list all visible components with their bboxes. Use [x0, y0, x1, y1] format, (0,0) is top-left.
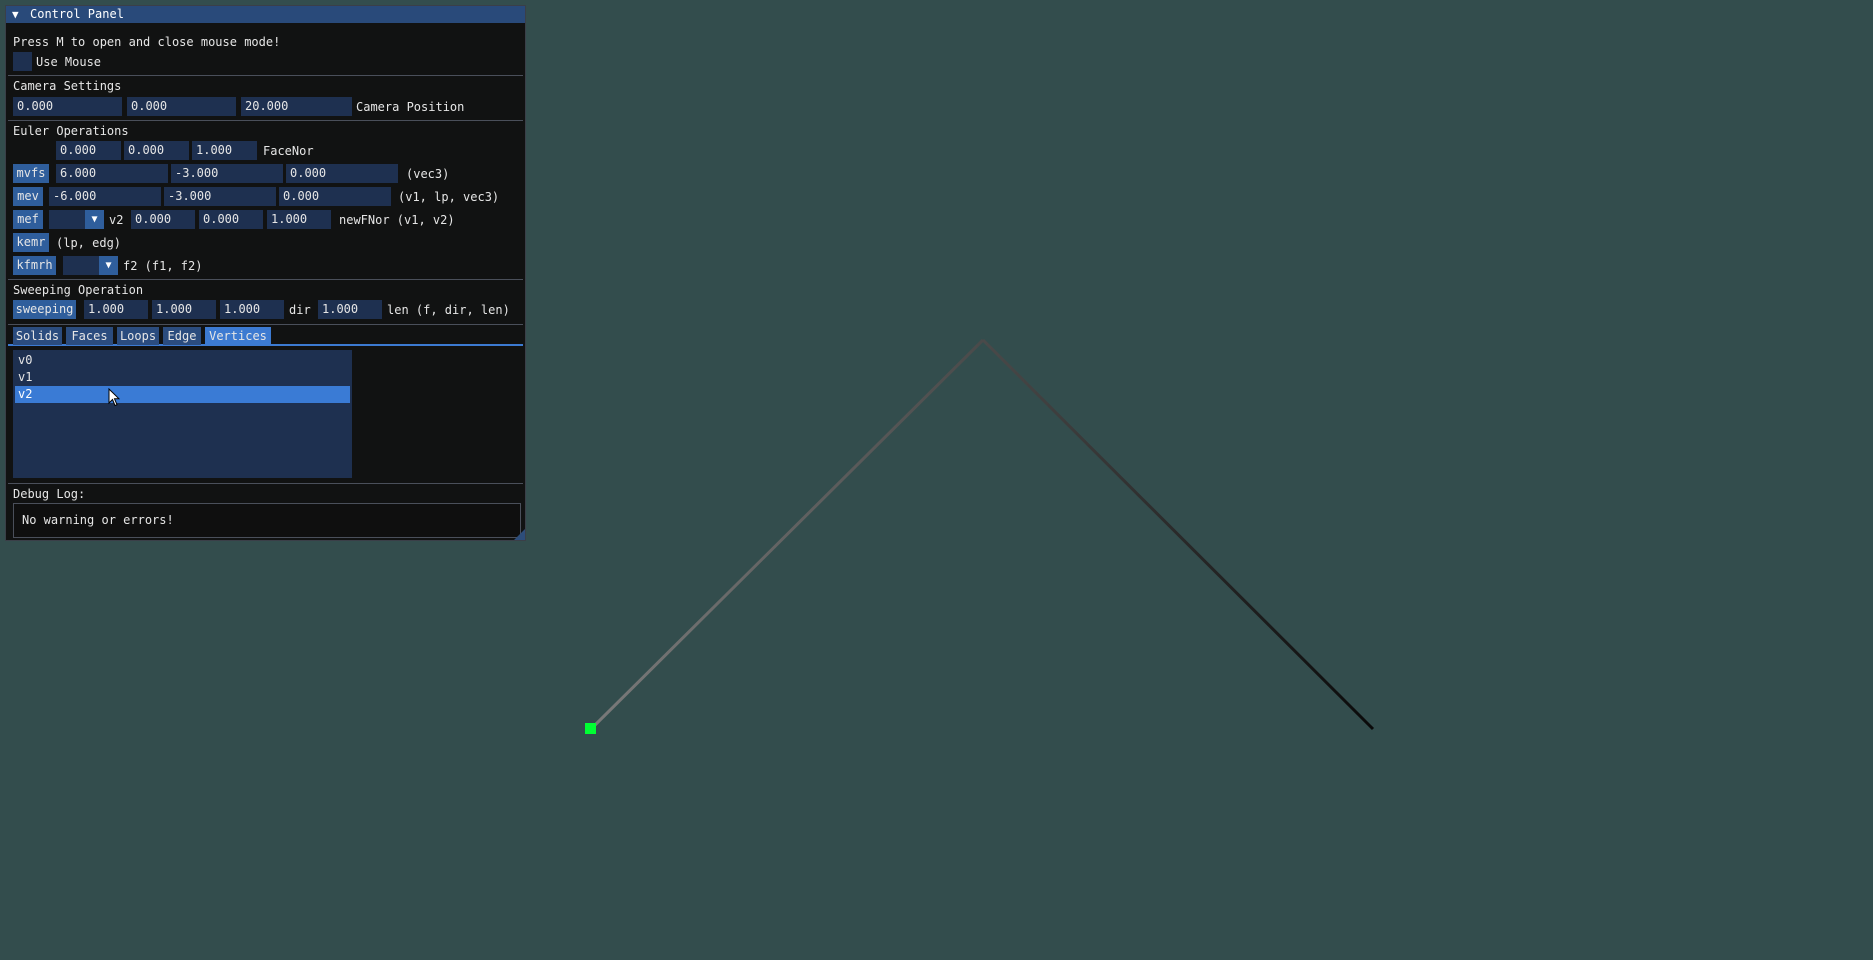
mev-signature: (v1, lp, vec3) — [398, 190, 500, 204]
sweep-dir-label: dir — [289, 303, 311, 317]
mouse-cursor-icon — [108, 388, 120, 407]
mev-z-input[interactable]: 0.000 — [279, 187, 391, 206]
mvfs-signature: (vec3) — [406, 167, 450, 181]
list-item[interactable]: v2 — [15, 386, 350, 403]
camera-z-input[interactable]: 20.000 — [241, 97, 352, 116]
window-title: Control Panel — [30, 7, 124, 21]
mvfs-x-input[interactable]: 6.000 — [56, 164, 168, 183]
mef-v1-combo[interactable]: ▼ — [49, 210, 104, 229]
sweeping-button[interactable]: sweeping — [13, 300, 76, 319]
sweeping-heading: Sweeping Operation — [13, 283, 144, 297]
separator — [8, 120, 523, 121]
kemr-button[interactable]: kemr — [13, 233, 49, 252]
list-item[interactable]: v0 — [15, 352, 350, 369]
chevron-down-icon[interactable]: ▼ — [85, 210, 104, 229]
mvfs-button[interactable]: mvfs — [13, 164, 49, 183]
face-normal-z-input[interactable]: 1.000 — [192, 141, 257, 160]
mef-normal-z-input[interactable]: 1.000 — [267, 210, 331, 229]
euler-operations-heading: Euler Operations — [13, 124, 129, 138]
mef-normal-x-input[interactable]: 0.000 — [131, 210, 195, 229]
mef-normal-y-input[interactable]: 0.000 — [199, 210, 263, 229]
separator — [8, 483, 523, 484]
sweep-dir-z-input[interactable]: 1.000 — [220, 300, 284, 319]
tab-vertices[interactable]: Vertices — [205, 327, 271, 345]
selected-vertex-marker[interactable] — [585, 723, 596, 734]
camera-position-label: Camera Position — [356, 100, 465, 114]
mev-y-input[interactable]: -3.000 — [164, 187, 276, 206]
debug-log-label: Debug Log: — [13, 487, 86, 501]
edge-v0-v1 — [589, 338, 985, 731]
mef-button[interactable]: mef — [13, 210, 43, 229]
kemr-signature: (lp, edg) — [56, 236, 122, 250]
sweep-len-input[interactable]: 1.000 — [318, 300, 382, 319]
use-mouse-label: Use Mouse — [36, 55, 102, 69]
separator — [8, 279, 523, 280]
mouse-mode-hint: Press M to open and close mouse mode! — [13, 35, 281, 49]
tab-solids[interactable]: Solids — [13, 327, 62, 345]
face-normal-y-input[interactable]: 0.000 — [124, 141, 189, 160]
list-item[interactable]: v1 — [15, 369, 350, 386]
window-title-bar[interactable]: ▼ Control Panel — [6, 6, 525, 23]
sweep-dir-x-input[interactable]: 1.000 — [84, 300, 148, 319]
mvfs-y-input[interactable]: -3.000 — [171, 164, 283, 183]
mef-v2-label: v2 — [109, 213, 124, 227]
chevron-down-icon[interactable]: ▼ — [99, 256, 118, 275]
mvfs-z-input[interactable]: 0.000 — [286, 164, 398, 183]
kfmrh-f1-combo[interactable]: ▼ — [63, 256, 118, 275]
edge-v1-v2 — [981, 338, 1375, 731]
camera-settings-heading: Camera Settings — [13, 79, 122, 93]
tab-faces[interactable]: Faces — [66, 327, 113, 345]
camera-y-input[interactable]: 0.000 — [127, 97, 236, 116]
resize-grip-icon[interactable] — [514, 529, 525, 540]
face-normal-label: FaceNor — [263, 144, 314, 158]
debug-log-box: No warning or errors! — [13, 503, 521, 538]
sweep-dir-y-input[interactable]: 1.000 — [152, 300, 216, 319]
control-panel-window[interactable]: ▼ Control Panel Press M to open and clos… — [5, 5, 526, 541]
debug-log-message: No warning or errors! — [22, 513, 174, 527]
vertices-listbox[interactable]: v0 v1 v2 — [13, 350, 352, 478]
tab-loops[interactable]: Loops — [117, 327, 159, 345]
use-mouse-checkbox[interactable] — [13, 52, 32, 71]
kfmrh-signature: f2 (f1, f2) — [123, 259, 203, 273]
sweep-signature: len (f, dir, len) — [387, 303, 510, 317]
mev-button[interactable]: mev — [13, 187, 43, 206]
separator — [8, 75, 523, 76]
mef-signature: newFNor (v1, v2) — [339, 213, 455, 227]
face-normal-x-input[interactable]: 0.000 — [56, 141, 121, 160]
camera-x-input[interactable]: 0.000 — [13, 97, 122, 116]
tab-edge[interactable]: Edge — [163, 327, 201, 345]
kfmrh-button[interactable]: kfmrh — [13, 256, 56, 275]
separator — [8, 324, 523, 325]
mev-x-input[interactable]: -6.000 — [49, 187, 161, 206]
collapse-arrow-icon[interactable]: ▼ — [12, 6, 19, 23]
